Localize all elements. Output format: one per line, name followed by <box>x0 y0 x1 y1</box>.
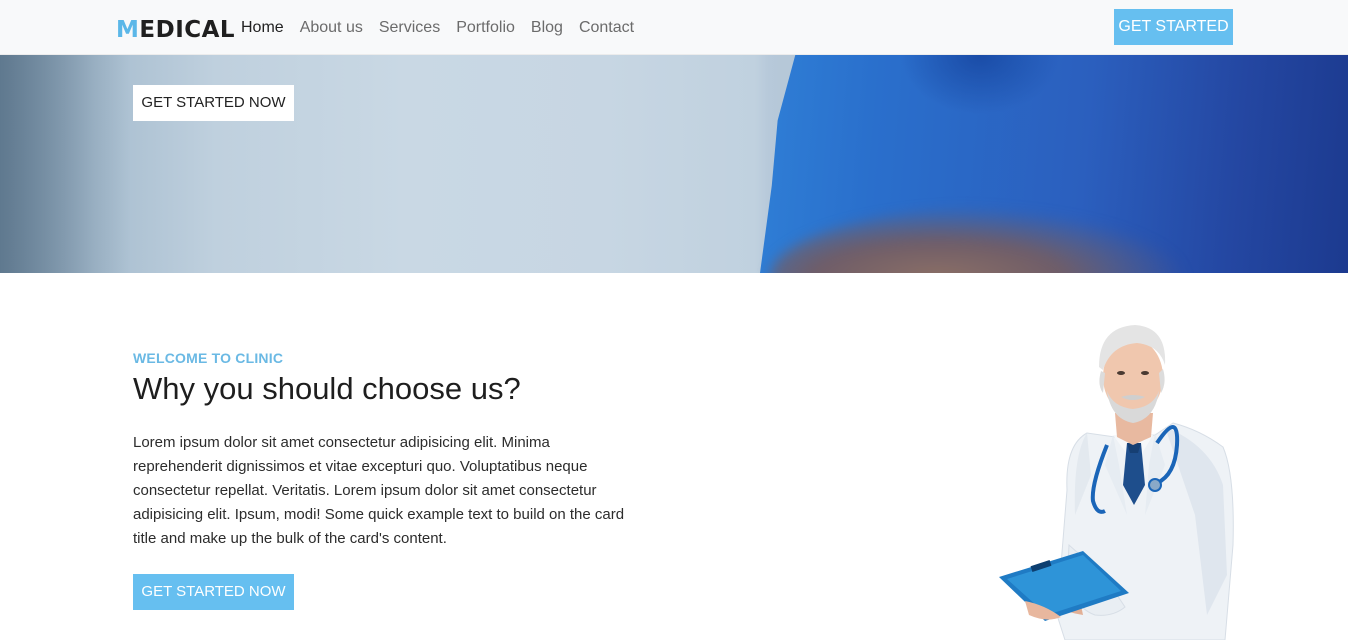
nav-item-contact[interactable]: Contact <box>579 17 634 39</box>
hero-get-started-button[interactable]: GET STARTED NOW <box>133 85 294 121</box>
hero-shade <box>0 55 130 273</box>
hero-image-fold <box>900 55 1060 115</box>
section-eyebrow: WELCOME TO CLINIC <box>133 350 284 366</box>
nav-item-services[interactable]: Services <box>379 17 440 39</box>
get-started-button[interactable]: GET STARTED <box>1114 9 1233 45</box>
section-body-text: Lorem ipsum dolor sit amet consectetur a… <box>133 434 625 547</box>
section-get-started-button[interactable]: GET STARTED NOW <box>133 574 294 610</box>
nav-links: Home About us Services Portfolio Blog Co… <box>241 17 650 39</box>
brand-logo[interactable]: MEDICAL <box>116 14 235 46</box>
nav-item-portfolio[interactable]: Portfolio <box>456 17 515 39</box>
brand-logo-accent: M <box>116 17 140 43</box>
hero-banner: GET STARTED NOW <box>0 55 1348 273</box>
section-heading: Why you should choose us? <box>133 371 521 406</box>
nav-item-home[interactable]: Home <box>241 17 284 39</box>
doctor-image <box>999 325 1234 640</box>
brand-logo-text: EDICAL <box>139 17 236 43</box>
nav-item-blog[interactable]: Blog <box>531 17 563 39</box>
nav-item-about[interactable]: About us <box>300 17 363 39</box>
navbar: MEDICAL Home About us Services Portfolio… <box>0 0 1348 55</box>
